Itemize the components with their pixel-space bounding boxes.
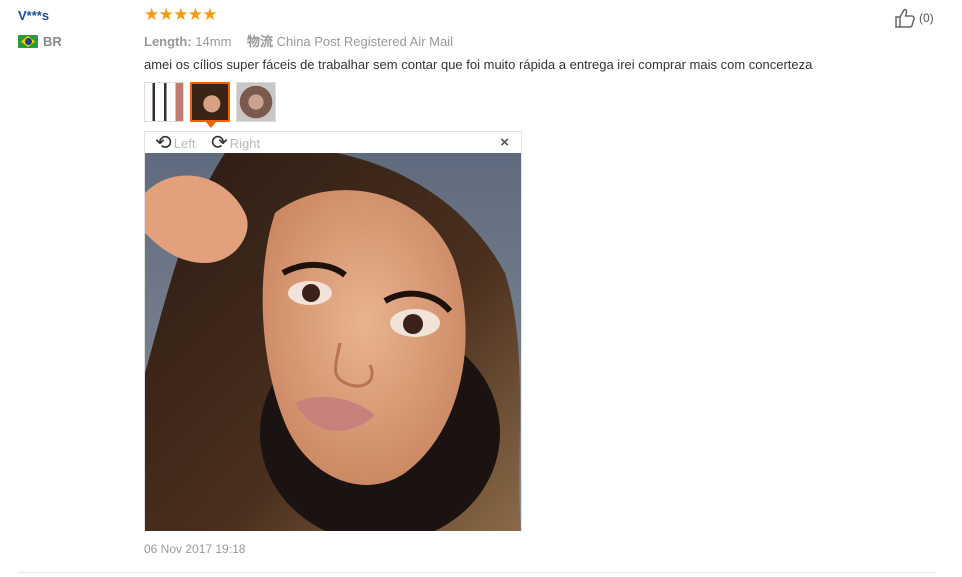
review-text: amei os cílios super fáceis de trabalhar… [144, 57, 813, 72]
review-divider [18, 572, 936, 573]
review-photo [145, 153, 521, 531]
image-viewer: ⟲ Left ⟳ Right × [144, 131, 522, 531]
rotate-left-icon: ⟲ [155, 132, 172, 154]
rating-stars: ★ ★ ★ ★ ★ [144, 5, 218, 24]
country-code: BR [43, 34, 62, 49]
selected-thumbnail-caret [206, 122, 216, 128]
reviewer-country: BR [18, 34, 62, 49]
brazil-flag-icon [18, 35, 38, 48]
shipping-value: China Post Registered Air Mail [276, 34, 453, 49]
rotate-right-button[interactable]: ⟳ Right [211, 132, 261, 154]
star-icon: ★ [144, 5, 160, 24]
rotate-right-icon: ⟳ [211, 132, 228, 154]
review-attributes: Length: 14mm 物流 China Post Registered Ai… [144, 31, 465, 50]
thumbs-up-icon [895, 8, 915, 28]
review-date: 06 Nov 2017 19:18 [144, 542, 246, 556]
star-icon: ★ [202, 5, 218, 24]
image-viewer-toolbar: ⟲ Left ⟳ Right × [145, 132, 521, 154]
review-thumbnails [144, 82, 276, 122]
review-thumbnail[interactable] [236, 82, 276, 122]
reviewer-name: V***s [18, 8, 50, 23]
review-thumbnail[interactable] [144, 82, 184, 122]
review-thumbnail-selected[interactable] [190, 82, 230, 122]
helpful-count: (0) [919, 11, 934, 25]
rotate-right-label: Right [229, 135, 261, 151]
rotate-left-button[interactable]: ⟲ Left [155, 132, 196, 154]
star-icon: ★ [187, 5, 204, 24]
star-icon: ★ [158, 5, 174, 24]
shipping-label: 物流 [247, 34, 274, 49]
close-icon[interactable]: × [500, 135, 509, 150]
helpful-button[interactable]: (0) [894, 8, 934, 28]
length-value: 14mm [195, 34, 232, 49]
length-label: Length: [144, 34, 192, 49]
rotate-left-label: Left [173, 135, 196, 151]
star-icon: ★ [173, 5, 189, 24]
